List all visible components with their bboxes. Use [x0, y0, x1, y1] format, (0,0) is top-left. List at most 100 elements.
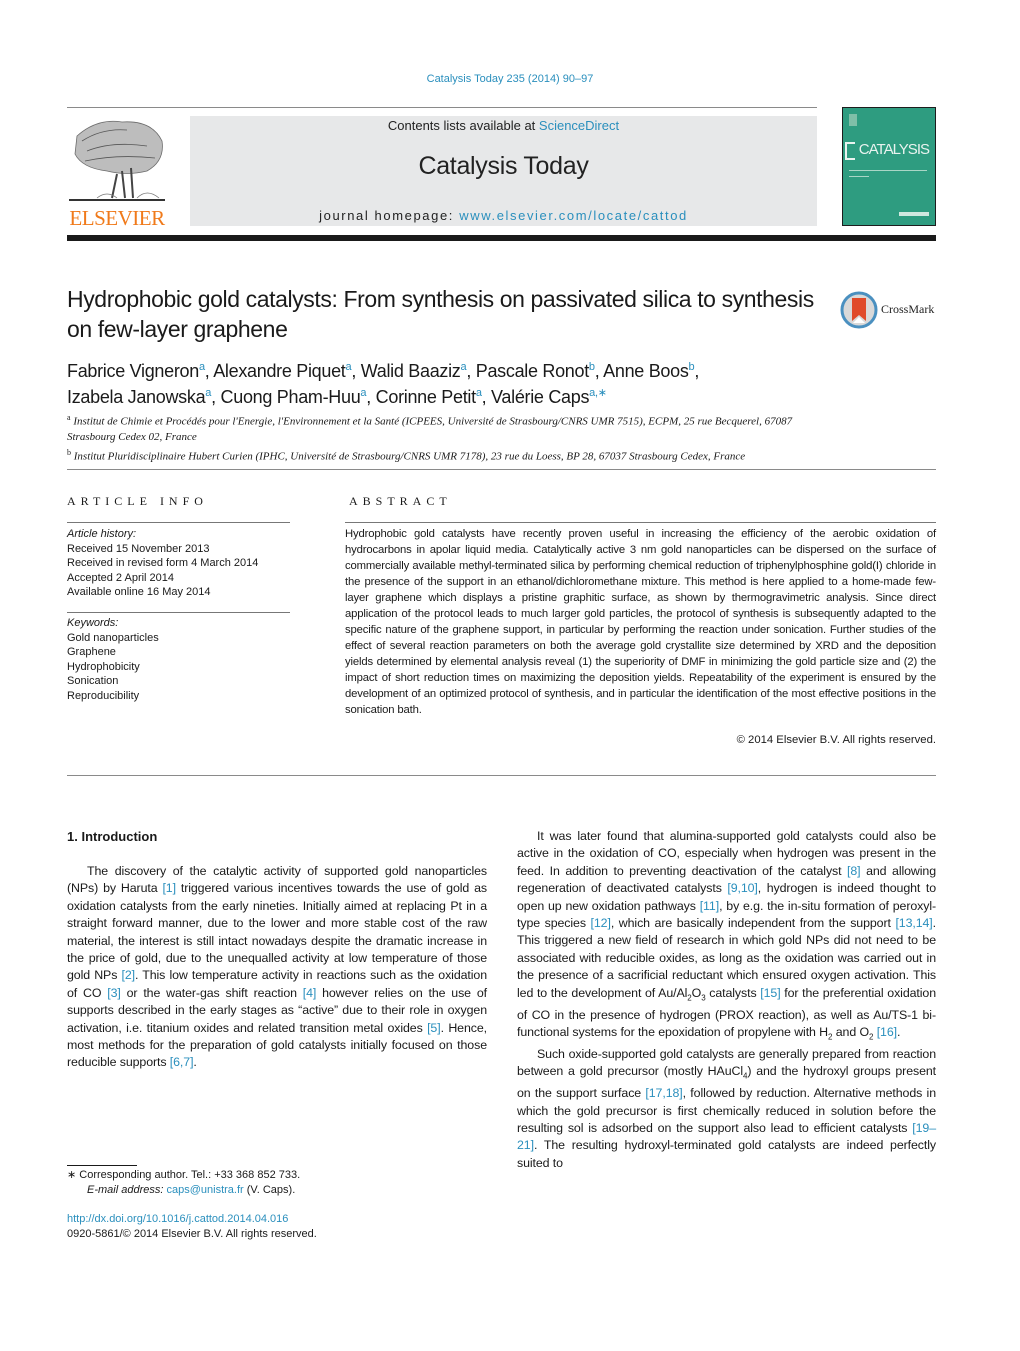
affiliation-marker-link[interactable]: b: [689, 361, 695, 373]
section-heading-introduction: 1. Introduction: [67, 829, 158, 844]
article-info-heading: ARTICLE INFO: [67, 494, 208, 508]
affiliation-marker-link[interactable]: a: [461, 361, 467, 373]
author: Cuong Pham-Huu: [220, 387, 361, 407]
article-title: Hydrophobic gold catalysts: From synthes…: [67, 286, 814, 342]
author: Anne Boos: [603, 361, 689, 381]
abstract-text: Hydrophobic gold catalysts have recently…: [345, 528, 936, 716]
affiliation-list: a Institut de Chimie et Procédés pour l'…: [67, 410, 827, 464]
author: Fabrice Vigneron: [67, 361, 199, 381]
citation-link[interactable]: [17,18]: [645, 1086, 682, 1100]
abstract-copyright: © 2014 Elsevier B.V. All rights reserved…: [736, 734, 936, 746]
citation-link[interactable]: [1]: [162, 881, 176, 895]
abstract-bottom-divider: [67, 775, 936, 776]
citation-link[interactable]: [19–21]: [517, 1121, 936, 1152]
subscript: 2: [869, 1032, 874, 1042]
affiliation-marker-link[interactable]: a: [476, 387, 482, 399]
cover-emblem-icon: [849, 114, 857, 126]
affiliation-marker-link[interactable]: a,∗: [589, 387, 607, 399]
abstract-divider: [345, 522, 936, 523]
subscript: 2: [687, 993, 692, 1003]
affiliation-marker-link[interactable]: a: [346, 361, 352, 373]
subscript: 2: [828, 1032, 833, 1042]
history-label: Article history:: [67, 528, 137, 540]
author: Valérie Caps: [491, 387, 590, 407]
affiliation-marker-link[interactable]: a: [199, 361, 205, 373]
citation-link[interactable]: [4]: [303, 986, 317, 1000]
footnotes: ∗ Corresponding author. Tel.: +33 368 85…: [67, 1168, 467, 1198]
body-paragraph: The discovery of the catalytic activity …: [67, 864, 487, 1070]
citation-link[interactable]: [9,10]: [727, 881, 758, 895]
crossmark-label: CrossMark: [881, 302, 935, 316]
crossmark-button[interactable]: CrossMark: [840, 291, 940, 329]
journal-reference-link[interactable]: Catalysis Today 235 (2014) 90–97: [0, 73, 1020, 85]
email-suffix: (V. Caps).: [243, 1184, 296, 1196]
cover-title: CATALYSIS: [858, 141, 930, 158]
affiliation: a Institut de Chimie et Procédés pour l'…: [67, 413, 793, 443]
contents-prefix: Contents lists available at: [387, 118, 539, 133]
citation-link[interactable]: [8]: [847, 864, 861, 878]
citation-link[interactable]: [15]: [760, 986, 780, 1000]
author-list: Fabrice Vignerona, Alexandre Piqueta, Wa…: [67, 361, 700, 407]
keyword-item: Graphene: [67, 646, 116, 658]
author: Corinne Petit: [375, 387, 476, 407]
citation-link[interactable]: [5]: [427, 1021, 441, 1035]
affiliation: b Institut Pluridisciplinaire Hubert Cur…: [67, 447, 746, 463]
header-divider: [67, 107, 817, 108]
abstract-heading: ABSTRACT: [349, 494, 452, 508]
elsevier-wordmark: ELSEVIER: [69, 206, 165, 230]
keyword-item: Sonication: [67, 675, 119, 687]
author: Walid Baaziz: [360, 361, 461, 381]
keyword-item: Hydrophobicity: [67, 660, 140, 673]
cover-line: [849, 170, 927, 171]
body-column-right: It was later found that alumina-supporte…: [517, 828, 936, 1172]
article-info-divider: [67, 522, 290, 523]
history-item: Accepted 2 April 2014: [67, 571, 175, 584]
affiliation-marker-link[interactable]: b: [589, 361, 595, 373]
article-history: Article history: Received 15 November 20…: [67, 527, 290, 600]
citation-link[interactable]: [16]: [877, 1025, 897, 1039]
affiliation-marker-link[interactable]: a: [205, 387, 211, 399]
footnote-divider: [67, 1165, 137, 1166]
email-note: E-mail address: caps@unistra.fr (V. Caps…: [67, 1183, 467, 1198]
body-paragraph: It was later found that alumina-supporte…: [517, 829, 937, 1042]
keyword-item: Reproducibility: [67, 689, 140, 702]
journal-title: Catalysis Today: [418, 152, 589, 180]
journal-banner: Contents lists available at ScienceDirec…: [190, 116, 817, 226]
body-column-left: The discovery of the catalytic activity …: [67, 863, 487, 1072]
citation-link[interactable]: [12]: [591, 916, 611, 930]
issn-copyright: 0920-5861/© 2014 Elsevier B.V. All right…: [67, 1228, 317, 1240]
keywords-label: Keywords:: [67, 617, 119, 629]
doi-link[interactable]: http://dx.doi.org/10.1016/j.cattod.2014.…: [67, 1212, 467, 1227]
affiliation-marker-link[interactable]: a: [360, 387, 366, 399]
title-divider: [67, 469, 936, 470]
email-link[interactable]: caps@unistra.fr: [166, 1184, 243, 1196]
header-thick-divider: [67, 235, 936, 241]
author: Izabela Janowska: [67, 387, 206, 407]
keyword-item: Gold nanoparticles: [67, 631, 159, 644]
homepage-prefix: journal homepage:: [319, 208, 460, 223]
affiliation-key: a: [67, 413, 71, 422]
crossmark-icon: [840, 291, 878, 329]
subscript: 4: [743, 1071, 748, 1081]
journal-cover-thumbnail[interactable]: CATALYSIS: [842, 107, 936, 226]
history-item: Available online 16 May 2014: [67, 586, 211, 598]
email-label: E-mail address:: [87, 1184, 167, 1196]
citation-link[interactable]: [13,14]: [895, 916, 932, 930]
history-item: Received 15 November 2013: [67, 542, 210, 555]
sciencedirect-link[interactable]: ScienceDirect: [539, 118, 619, 133]
citation-link[interactable]: [6,7]: [170, 1055, 194, 1069]
corresponding-author-note: ∗ Corresponding author. Tel.: +33 368 85…: [67, 1169, 301, 1181]
cover-line: [849, 176, 869, 177]
cover-publisher-mark-icon: [899, 212, 929, 216]
citation-link[interactable]: [2]: [121, 968, 135, 982]
history-item: Received in revised form 4 March 2014: [67, 557, 259, 569]
author: Alexandre Piquet: [213, 361, 346, 381]
affiliation-key: b: [67, 447, 71, 457]
citation-link[interactable]: [11]: [700, 899, 719, 913]
keywords: Keywords: Gold nanoparticles Graphene Hy…: [67, 616, 290, 703]
citation-link[interactable]: [3]: [107, 986, 121, 1000]
journal-homepage-link[interactable]: www.elsevier.com/locate/cattod: [459, 208, 688, 223]
body-paragraph: Such oxide-supported gold catalysts are …: [517, 1046, 937, 1170]
author: Pascale Ronot: [475, 361, 589, 381]
homepage-line: journal homepage: www.elsevier.com/locat…: [190, 208, 817, 223]
